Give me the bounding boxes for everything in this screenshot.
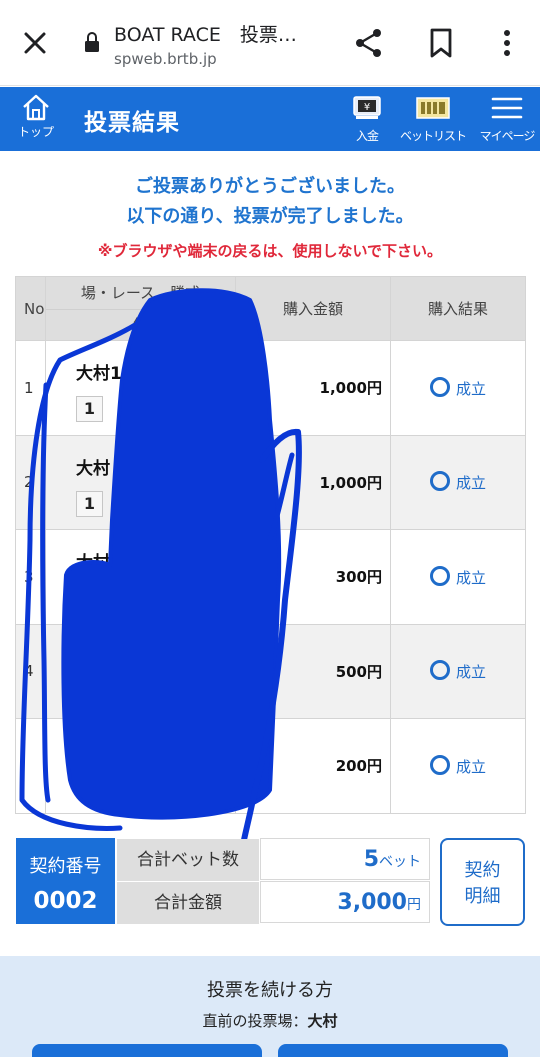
success-circle-icon — [429, 376, 450, 397]
race-name: 大村 — [76, 458, 110, 479]
screen-title: 投票結果 — [84, 110, 180, 136]
table-row: 3 大村 300円 成立 — [15, 529, 526, 625]
header-race-bottom: 組 — [132, 316, 148, 334]
total-amount-label: 合計金額 — [117, 882, 259, 924]
contract-number: 0002 — [33, 888, 98, 914]
home-icon — [23, 94, 49, 121]
bet-unit: ベット — [379, 854, 421, 870]
bet-count-label: 合計ベット数 — [117, 839, 259, 881]
row-result: 成立 — [390, 434, 526, 530]
continue-title: 投票を続ける方 — [207, 980, 333, 1001]
row-race — [45, 718, 236, 814]
total-amount: 3,000 — [337, 890, 407, 915]
row-result: 成立 — [390, 718, 526, 814]
browser-toolbar: BOAT RACE 投票… spweb.brtb.jp — [0, 0, 540, 86]
deposit-label: 入金 — [355, 129, 379, 143]
row-amount: 1,000円 — [235, 434, 391, 530]
table-row: 200円 成立 — [15, 718, 526, 814]
row-amount: 300円 — [235, 529, 391, 625]
row-race: 大村 — [45, 529, 236, 625]
continue-voting-section: 投票を続ける方 直前の投票場：大村 — [0, 956, 540, 1057]
bookmark-icon[interactable] — [424, 26, 458, 60]
previous-venue: 直前の投票場：大村 — [0, 1010, 540, 1031]
share-icon[interactable] — [352, 26, 386, 60]
row-race — [45, 623, 236, 719]
result-text: 成立 — [455, 379, 486, 398]
home-button[interactable]: トップ — [10, 93, 62, 147]
total-unit: 円 — [407, 897, 421, 913]
success-circle-icon — [429, 471, 450, 492]
row-result: 成立 — [390, 340, 526, 436]
app-header: トップ 投票結果 ¥ 入金 ベットリスト マイページ — [0, 87, 540, 151]
table-header-row: No 場・レース 勝式 組 購入金額 購入結果 — [15, 276, 526, 341]
row-amount: 200円 — [235, 718, 391, 814]
betlist-button[interactable]: ベットリスト — [400, 95, 467, 147]
race-name: 大村 — [76, 553, 110, 573]
continue-button-left[interactable] — [32, 1044, 262, 1057]
detail-line2: 明細 — [464, 886, 501, 907]
total-amount-value: 3,000円 — [260, 881, 430, 923]
row-no: 2 — [15, 434, 46, 530]
header-race: 場・レース 勝式 組 — [45, 276, 236, 341]
bet-count-value: 5ベット — [260, 838, 430, 880]
contract-number-box: 契約番号 0002 — [16, 838, 115, 924]
previous-venue-label: 直前の投票場： — [202, 1012, 308, 1030]
url-text[interactable]: spweb.brtb.jp — [114, 50, 217, 68]
hamburger-icon — [491, 97, 523, 119]
continue-button-right[interactable] — [278, 1044, 508, 1057]
row-amount: 500円 — [235, 623, 391, 719]
row-no: 3 — [15, 529, 46, 625]
mypage-button[interactable]: マイページ — [476, 95, 538, 147]
header-result: 購入結果 — [390, 276, 526, 341]
more-vert-icon[interactable] — [492, 26, 522, 60]
back-warning: ※ブラウザや端末の戻るは、使用しないで下さい。 — [97, 242, 443, 260]
betlist-icon — [416, 97, 450, 119]
row-race: 大村 1 — [45, 434, 236, 530]
result-text: 成立 — [455, 757, 486, 776]
contract-label: 契約番号 — [29, 856, 102, 877]
result-table: No 場・レース 勝式 組 購入金額 購入結果 1 大村1 1 1,000円 成… — [15, 276, 526, 814]
row-no: 1 — [15, 340, 46, 436]
deposit-button[interactable]: ¥ 入金 — [346, 95, 388, 147]
contract-detail-button[interactable]: 契約 明細 — [440, 838, 525, 926]
race-name: 大村1 — [76, 364, 122, 384]
close-icon[interactable] — [18, 26, 52, 60]
success-circle-icon — [429, 660, 450, 681]
page-title: BOAT RACE 投票… — [114, 24, 297, 46]
lock-icon — [85, 32, 99, 52]
mypage-label: マイページ — [479, 129, 536, 143]
row-result: 成立 — [390, 623, 526, 719]
success-circle-icon — [429, 565, 450, 586]
thanks-message: ご投票ありがとうございました。 — [135, 176, 405, 197]
header-amount: 購入金額 — [235, 276, 391, 341]
betlist-label: ベットリスト — [400, 129, 467, 143]
header-race-top: 場・レース 勝式 — [46, 277, 235, 310]
combination-box: 1 — [76, 490, 103, 517]
success-circle-icon — [429, 754, 450, 775]
header-no: No — [15, 276, 46, 341]
result-text: 成立 — [455, 474, 486, 493]
row-no: 4 — [15, 623, 46, 719]
row-result: 成立 — [390, 529, 526, 625]
home-label: トップ — [17, 125, 54, 139]
table-row: 4 500円 成立 — [15, 623, 526, 719]
row-no — [15, 718, 46, 814]
combination-box: 1 — [76, 396, 103, 422]
row-race: 大村1 1 — [45, 340, 236, 436]
previous-venue-value: 大村 — [307, 1012, 338, 1030]
svg-text:¥: ¥ — [364, 102, 370, 113]
complete-message: 以下の通り、投票が完了しました。 — [126, 206, 414, 227]
result-text: 成立 — [455, 663, 486, 682]
detail-line1: 契約 — [464, 860, 501, 881]
row-amount: 1,000円 — [235, 340, 391, 436]
table-row: 1 大村1 1 1,000円 成立 — [15, 340, 526, 436]
table-row: 2 大村 1 1,000円 成立 — [15, 434, 526, 530]
deposit-icon: ¥ — [353, 96, 381, 119]
result-text: 成立 — [455, 568, 486, 587]
bet-count: 5 — [363, 847, 379, 872]
